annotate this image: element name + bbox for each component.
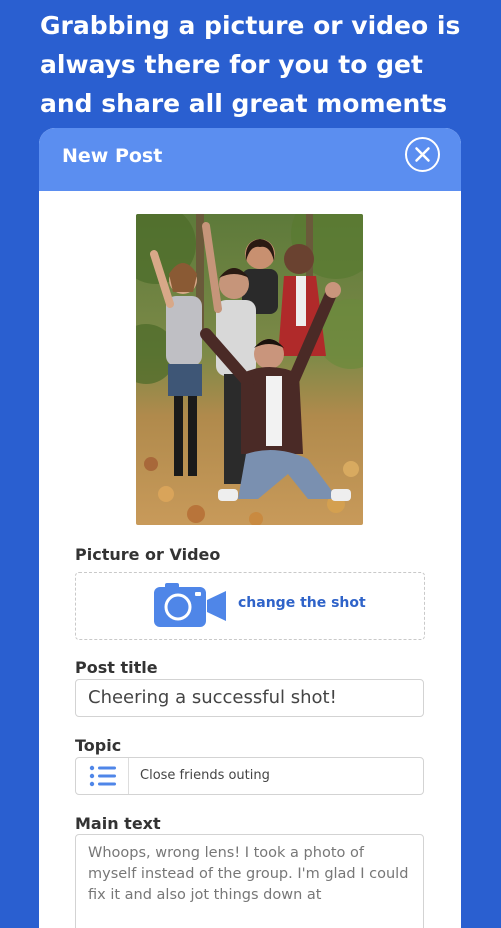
post-title-value: Cheering a successful shot! (88, 687, 337, 708)
new-post-dialog: New Post Picture or Video change the sho… (39, 128, 461, 928)
dialog-header: New Post (39, 128, 461, 191)
close-button[interactable] (405, 137, 440, 172)
main-text-label: Main text (75, 814, 161, 833)
post-title-label: Post title (75, 658, 158, 677)
list-icon (89, 765, 116, 787)
promo-headline: Grabbing a picture or video is always th… (40, 11, 461, 118)
post-title-input[interactable]: Cheering a successful shot! (75, 679, 424, 717)
change-shot-label: change the shot (238, 595, 366, 611)
dialog-title: New Post (62, 145, 163, 167)
media-label: Picture or Video (75, 545, 221, 564)
main-text-input[interactable]: Whoops, wrong lens! I took a photo of my… (75, 834, 424, 928)
topic-value: Close friends outing (140, 768, 270, 783)
main-text-value: Whoops, wrong lens! I took a photo of my… (88, 845, 409, 903)
post-photo (136, 214, 363, 525)
change-shot-button[interactable]: change the shot (75, 572, 425, 640)
topic-icon-area (76, 758, 129, 794)
video-camera-icon (154, 583, 226, 627)
topic-select[interactable]: Close friends outing (75, 757, 424, 795)
close-icon (415, 147, 430, 162)
topic-label: Topic (75, 736, 122, 755)
